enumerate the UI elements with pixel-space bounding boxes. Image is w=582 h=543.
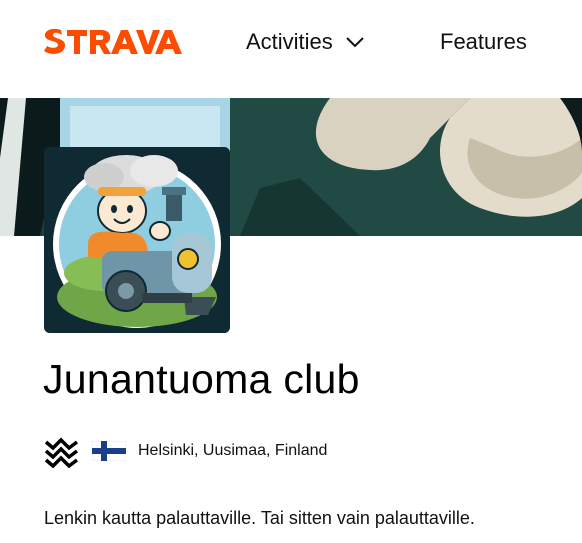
chevron-down-icon — [346, 37, 364, 48]
strava-logotype — [44, 28, 182, 54]
club-location: Helsinki, Uusimaa, Finland — [138, 442, 328, 459]
top-nav: Activities Features — [0, 0, 582, 98]
train-mascot-logo — [44, 147, 230, 333]
nav-activities[interactable]: Activities — [246, 29, 365, 55]
multisport-waves-icon — [44, 437, 79, 468]
club-avatar — [44, 147, 230, 333]
club-name: Junantuoma club — [43, 356, 360, 402]
club-description: Lenkin kautta palauttaville. Tai sitten … — [44, 508, 475, 528]
nav-features[interactable]: Features — [440, 29, 527, 55]
nav-activities-label: Activities — [246, 29, 333, 54]
nav-features-label: Features — [440, 29, 527, 54]
club-meta: Helsinki, Uusimaa, Finland — [44, 434, 327, 468]
strava-logo[interactable] — [43, 27, 186, 62]
finland-flag-icon — [92, 441, 126, 461]
